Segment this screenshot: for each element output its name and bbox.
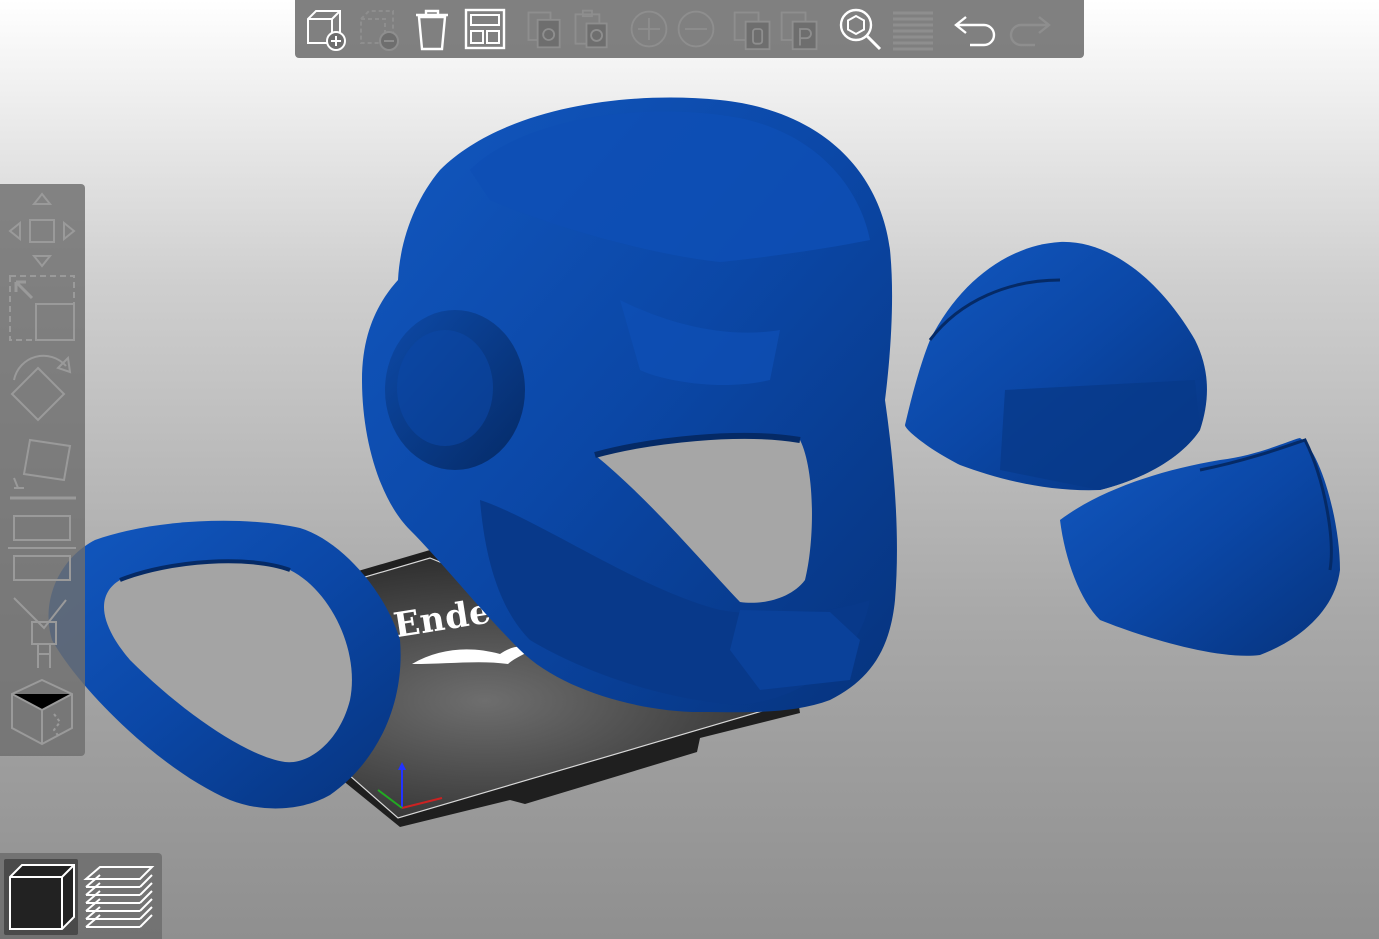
paste-button[interactable]: [570, 4, 614, 54]
cube-minus-icon: [360, 10, 399, 51]
search-icon: [839, 8, 882, 51]
3d-view-button[interactable]: [4, 859, 78, 935]
copy-icon: [527, 11, 561, 49]
undo-button[interactable]: [951, 4, 1001, 54]
view-mode-toolbar: [0, 853, 162, 939]
visor-ring-model[interactable]: [48, 520, 401, 809]
arrange-button[interactable]: [460, 4, 510, 54]
paste-icon: [574, 9, 608, 49]
scale-icon: [9, 275, 75, 341]
cube-plus-icon: [307, 10, 346, 51]
copy-button[interactable]: [523, 4, 567, 54]
plus-circle-icon: [630, 10, 668, 48]
redo-icon: [1009, 16, 1051, 47]
split-parts-button[interactable]: [778, 4, 822, 54]
arrange-icon: [464, 8, 506, 50]
delete-all-button[interactable]: [407, 4, 457, 54]
scale-tool-button[interactable]: [4, 272, 80, 348]
place-on-face-tool-button[interactable]: [4, 430, 80, 506]
3d-viewport[interactable]: Ender: [0, 0, 1379, 939]
seam-icon: [11, 678, 73, 746]
minus-circle-icon: [677, 10, 715, 48]
remove-instance-button[interactable]: [674, 4, 718, 54]
move-tool-button[interactable]: [4, 190, 80, 270]
helmet-back-piece-model[interactable]: [905, 241, 1207, 491]
split-objects-icon: [733, 11, 771, 51]
add-instance-button[interactable]: [627, 4, 671, 54]
undo-icon: [954, 16, 996, 47]
split-objects-button[interactable]: [731, 4, 775, 54]
rotate-icon: [10, 354, 72, 422]
split-parts-icon: [780, 11, 818, 51]
scene-canvas[interactable]: Ender: [0, 0, 1379, 939]
cut-tool-button[interactable]: [4, 510, 80, 590]
cube-view-icon: [9, 864, 75, 930]
delete-object-button[interactable]: [354, 4, 404, 54]
seam-tool-button[interactable]: [4, 674, 80, 750]
cut-icon: [8, 515, 76, 581]
left-toolbar: [0, 184, 85, 756]
trash-icon: [416, 9, 448, 51]
preview-button[interactable]: [82, 859, 156, 935]
move-icon: [8, 192, 76, 268]
add-object-button[interactable]: [301, 4, 351, 54]
layers-editing-button[interactable]: [888, 4, 938, 54]
paint-support-tool-button[interactable]: [4, 594, 80, 670]
rotate-tool-button[interactable]: [4, 350, 80, 426]
redo-button[interactable]: [1004, 4, 1054, 54]
layers-icon: [893, 11, 933, 51]
search-button[interactable]: [835, 4, 885, 54]
place-on-face-icon: [10, 438, 76, 500]
layers-preview-icon: [83, 866, 155, 928]
paint-support-icon: [13, 597, 67, 668]
top-toolbar: [295, 0, 1084, 58]
